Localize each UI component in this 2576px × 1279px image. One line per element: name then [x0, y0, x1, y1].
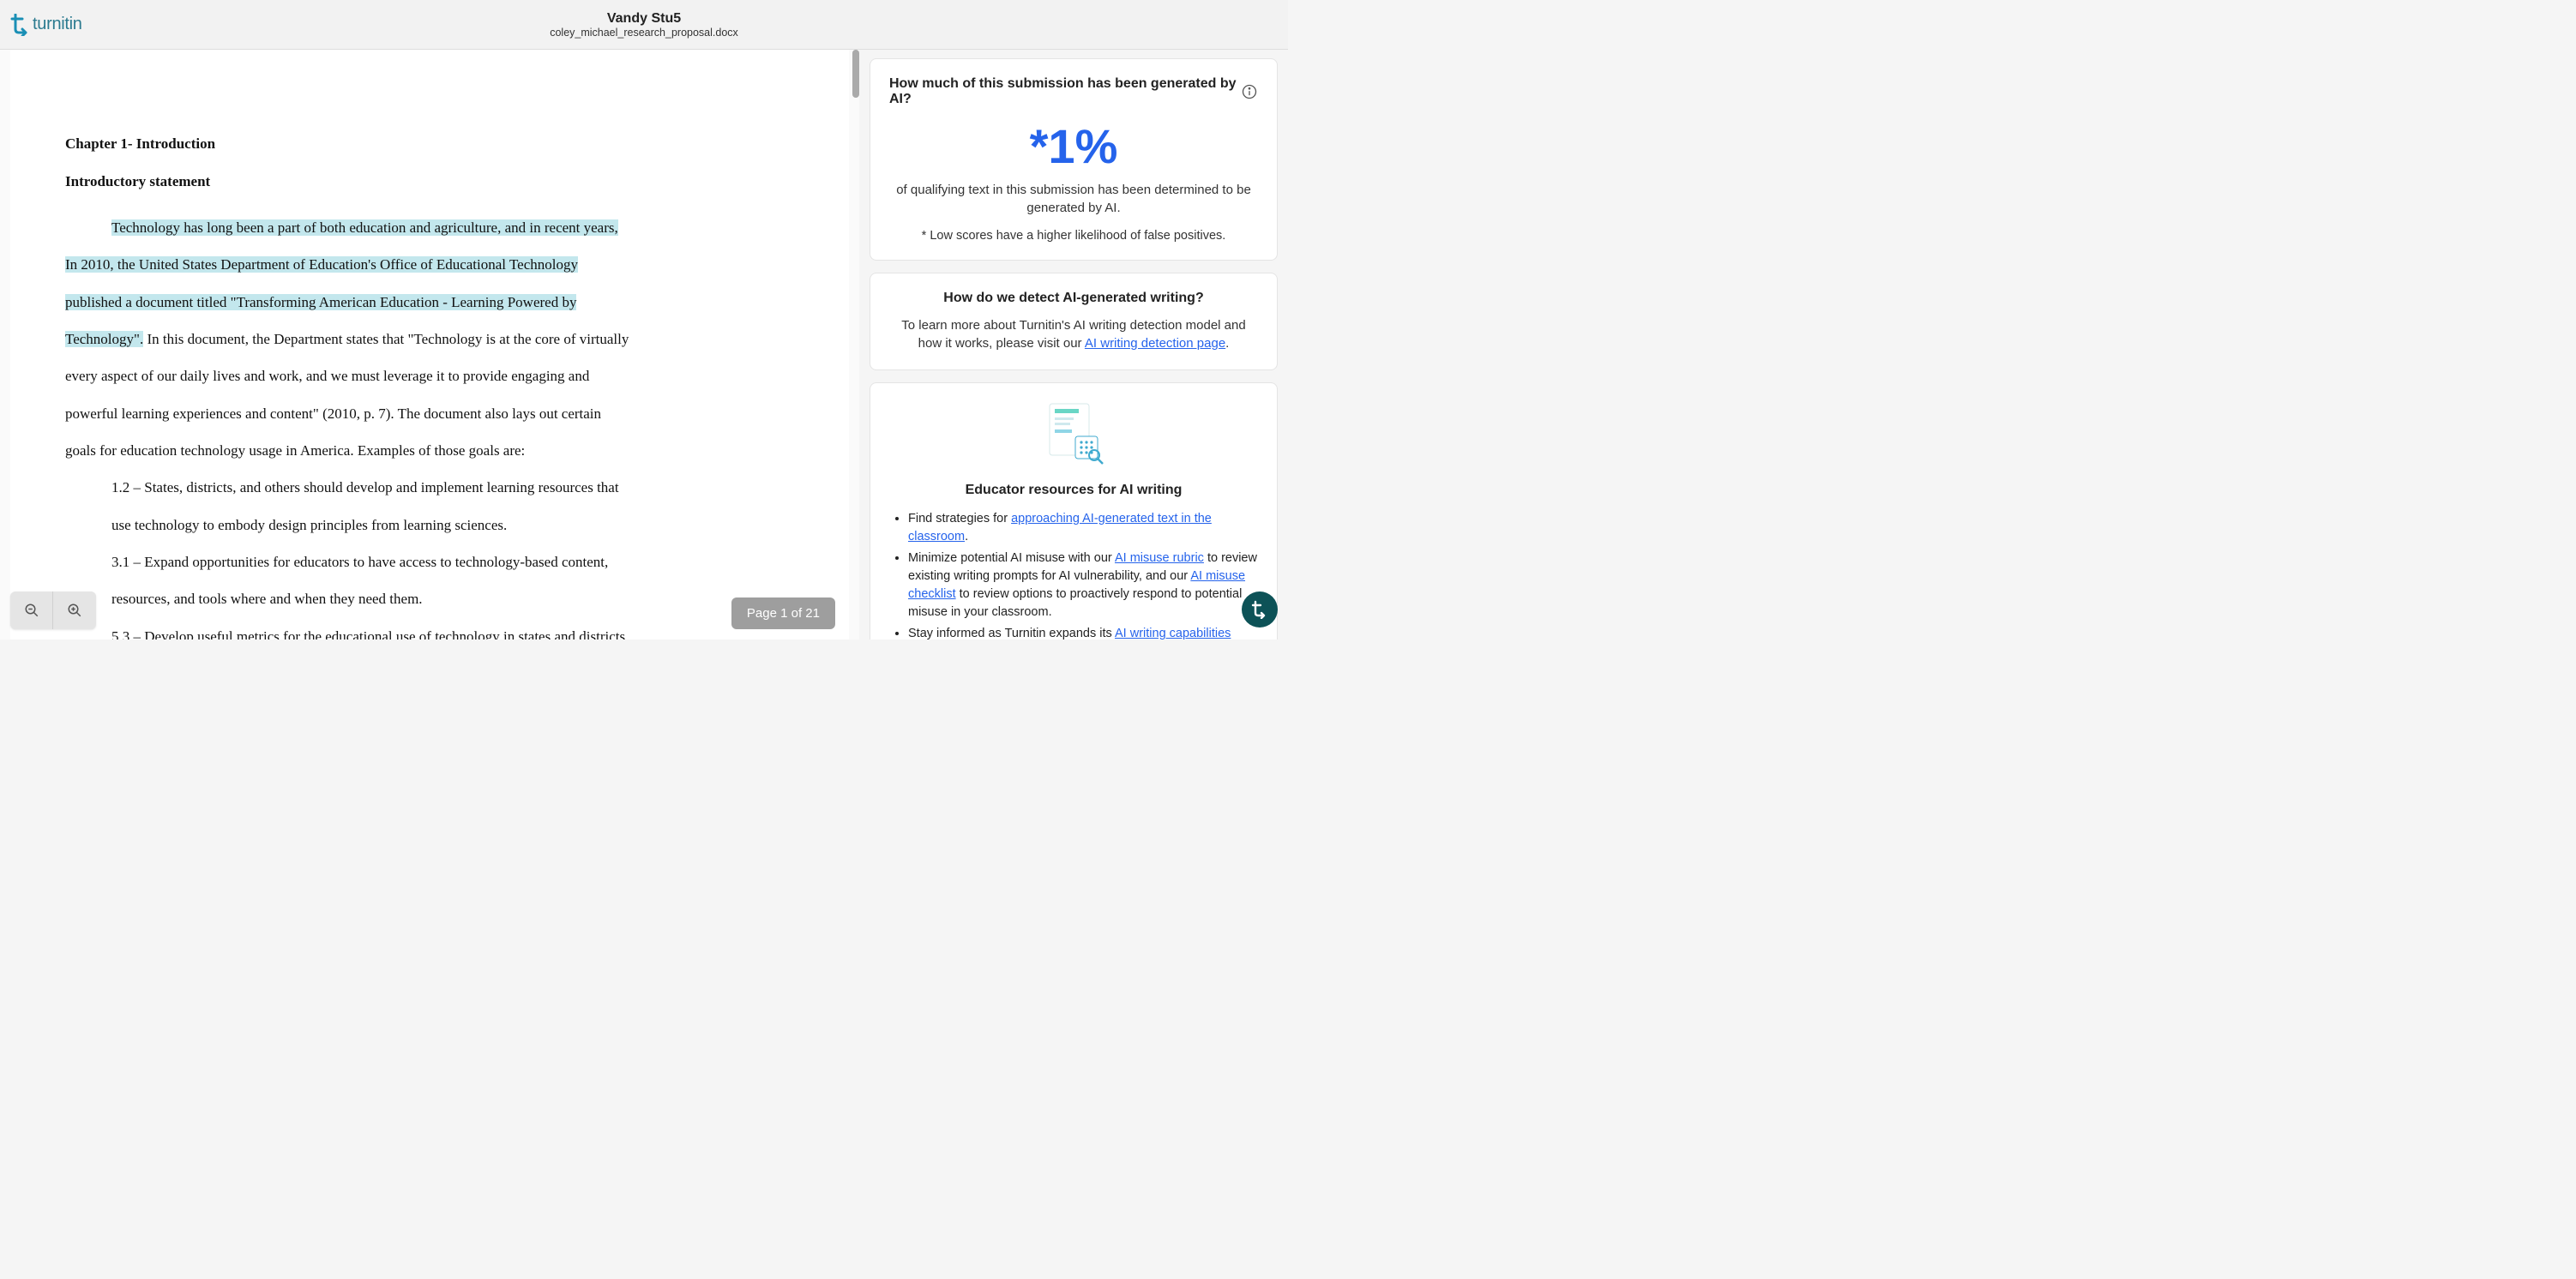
ai-percent-description: of qualifying text in this submission ha… — [889, 181, 1258, 217]
resources-title: Educator resources for AI writing — [889, 483, 1258, 498]
ai-sidebar: How much of this submission has been gen… — [859, 50, 1288, 640]
main-area: Chapter 1- Introduction Introductory sta… — [0, 50, 1288, 640]
goal-item: resources, and tools where and when they… — [65, 580, 794, 617]
goal-item: 1.2 – States, districts, and others shou… — [65, 469, 794, 506]
info-icon[interactable] — [1241, 83, 1258, 100]
scrollbar-thumb[interactable] — [852, 50, 859, 98]
goal-item: use technology to embody design principl… — [65, 507, 794, 543]
goal-item: 3.1 – Expand opportunities for educators… — [65, 543, 794, 580]
resources-list: Find strategies for approaching AI-gener… — [889, 510, 1258, 640]
help-fab[interactable] — [1242, 591, 1278, 627]
body-text: powerful learning experiences and conten… — [65, 395, 794, 432]
chapter-heading: Chapter 1- Introduction — [65, 135, 794, 153]
zoom-controls — [10, 591, 96, 629]
highlighted-text: Technology". — [65, 331, 143, 347]
goal-item: 5.3 – Develop useful metrics for the edu… — [65, 618, 794, 640]
zoom-in-button[interactable] — [53, 591, 96, 629]
highlighted-text: published a document titled "Transformin… — [65, 294, 576, 310]
document-page: Chapter 1- Introduction Introductory sta… — [10, 50, 849, 640]
brand-text: turnitin — [33, 15, 82, 34]
ai-misuse-rubric-link[interactable]: AI misuse rubric — [1115, 551, 1204, 565]
turnitin-icon — [10, 14, 29, 36]
zoom-out-button[interactable] — [10, 591, 53, 629]
app-header: turnitin Vandy Stu5 coley_michael_resear… — [0, 0, 1288, 50]
body-text: goals for education technology usage in … — [65, 432, 794, 469]
highlighted-text: In 2010, the United States Department of… — [65, 256, 578, 273]
body-text: In this document, the Department states … — [143, 331, 629, 347]
ai-score-question: How much of this submission has been gen… — [889, 76, 1241, 107]
list-item: Find strategies for approaching AI-gener… — [908, 510, 1258, 546]
header-title-block: Vandy Stu5 coley_michael_research_propos… — [550, 11, 738, 39]
section-heading: Introductory statement — [65, 173, 794, 190]
detect-body: To learn more about Turnitin's AI writin… — [889, 316, 1258, 352]
ai-percent-note: * Low scores have a higher likelihood of… — [889, 229, 1258, 243]
file-name: coley_michael_research_proposal.docx — [550, 27, 738, 39]
ai-writing-capabilities-link[interactable]: AI writing capabilities — [1115, 627, 1231, 640]
body-text: every aspect of our daily lives and work… — [65, 357, 794, 394]
document-viewer[interactable]: Chapter 1- Introduction Introductory sta… — [0, 50, 859, 640]
highlighted-text: Technology has long been a part of both … — [111, 219, 618, 236]
list-item: Stay informed as Turnitin expands its AI… — [908, 625, 1258, 640]
document-body: Technology has long been a part of both … — [65, 209, 794, 640]
ai-percent-value: *1% — [889, 123, 1258, 171]
ai-score-card: How much of this submission has been gen… — [870, 58, 1278, 261]
ai-detection-page-link[interactable]: AI writing detection page — [1085, 336, 1225, 351]
page-indicator: Page 1 of 21 — [731, 597, 835, 629]
detect-title: How do we detect AI-generated writing? — [889, 291, 1258, 306]
brand-logo[interactable]: turnitin — [10, 14, 82, 36]
resources-illustration — [889, 400, 1258, 467]
detect-info-card: How do we detect AI-generated writing? T… — [870, 273, 1278, 370]
student-name: Vandy Stu5 — [550, 11, 738, 27]
resources-card: Educator resources for AI writing Find s… — [870, 382, 1278, 640]
list-item: Minimize potential AI misuse with our AI… — [908, 549, 1258, 621]
